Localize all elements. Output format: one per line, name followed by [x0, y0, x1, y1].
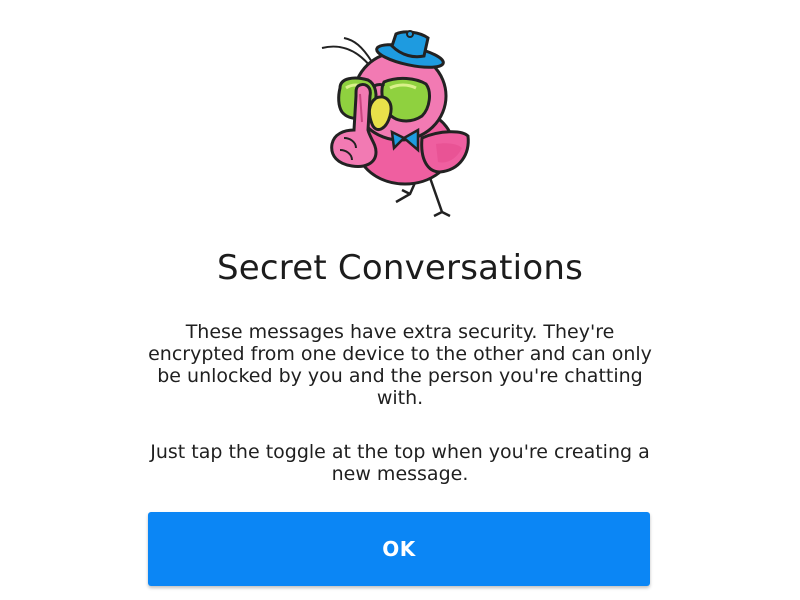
dialog-title: Secret Conversations	[217, 248, 583, 288]
secret-conversations-dialog: Secret Conversations These messages have…	[0, 0, 800, 600]
dialog-instruction: Just tap the toggle at the top when you'…	[150, 441, 650, 485]
secret-bird-icon	[310, 26, 490, 218]
ok-button[interactable]: OK	[148, 512, 650, 586]
dialog-description: These messages have extra security. They…	[148, 321, 652, 409]
